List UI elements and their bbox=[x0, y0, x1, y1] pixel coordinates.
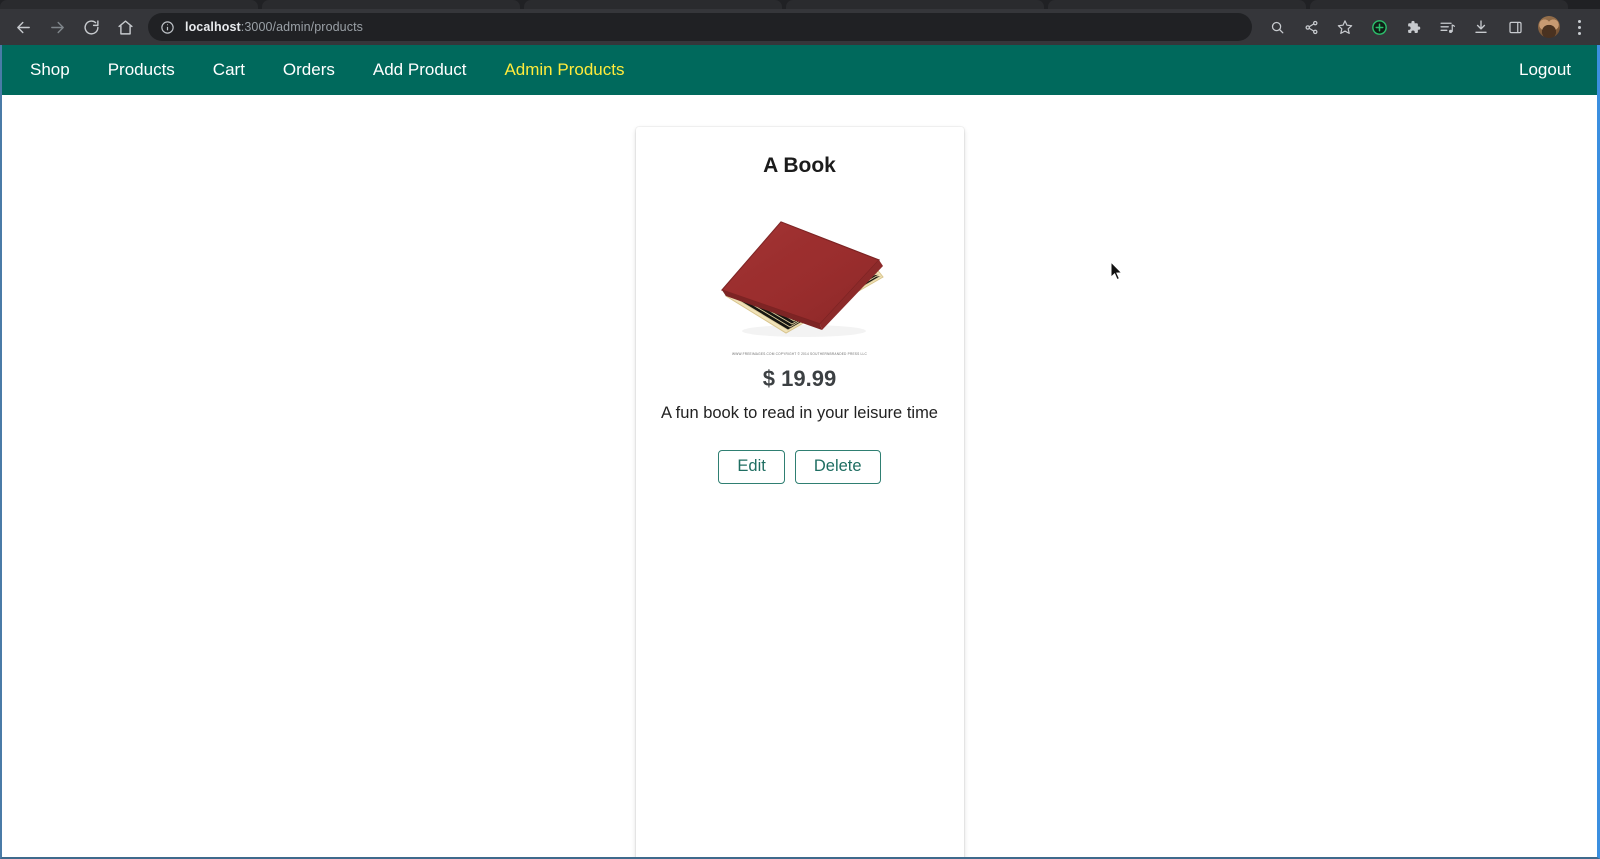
browser-window: localhost:3000/admin/products Shop Produ… bbox=[0, 0, 1600, 859]
menu-dot bbox=[1577, 25, 1581, 29]
avatar[interactable] bbox=[1538, 16, 1560, 38]
tab-item[interactable] bbox=[1048, 0, 1306, 9]
book-illustration-icon bbox=[720, 221, 884, 338]
url-path: :3000/admin/products bbox=[240, 20, 363, 34]
menu-dot bbox=[1577, 19, 1581, 23]
extensions-puzzle-icon[interactable] bbox=[1400, 14, 1426, 40]
reading-list-icon[interactable] bbox=[1434, 14, 1460, 40]
tab-item[interactable] bbox=[0, 0, 258, 9]
menu-dot bbox=[1577, 31, 1581, 35]
bookmark-star-icon[interactable] bbox=[1332, 14, 1358, 40]
product-image: WWW.FREEIMAGES.COM COPYRIGHT © 2014 SOUT… bbox=[650, 200, 950, 356]
download-icon[interactable] bbox=[1468, 14, 1494, 40]
arrow-right-icon bbox=[49, 19, 66, 36]
nav-right: Logout bbox=[1519, 60, 1571, 80]
zoom-search-icon[interactable] bbox=[1264, 14, 1290, 40]
product-card: A Book WWW.FREEIMAGES.COM COPYRIGHT © 20… bbox=[635, 127, 964, 857]
nav-item-orders[interactable]: Orders bbox=[283, 54, 335, 86]
nav-item-admin-products[interactable]: Admin Products bbox=[504, 54, 624, 86]
toolbar-actions bbox=[1260, 14, 1592, 40]
site-navigation: Shop Products Cart Orders Add Product Ad… bbox=[2, 45, 1597, 95]
url-host: localhost bbox=[185, 20, 241, 34]
forward-button[interactable] bbox=[43, 13, 71, 41]
logout-button[interactable]: Logout bbox=[1519, 54, 1571, 85]
back-button[interactable] bbox=[9, 13, 37, 41]
side-panel-icon[interactable] bbox=[1502, 14, 1528, 40]
tab-item[interactable] bbox=[524, 0, 782, 9]
add-circle-icon[interactable] bbox=[1366, 14, 1392, 40]
card-actions: Edit Delete bbox=[650, 450, 950, 484]
tab-item[interactable] bbox=[262, 0, 520, 9]
tab-strip[interactable] bbox=[0, 0, 1600, 9]
nav-item-cart[interactable]: Cart bbox=[213, 54, 245, 86]
tab-item[interactable] bbox=[1310, 0, 1568, 9]
nav-item-shop[interactable]: Shop bbox=[30, 54, 70, 86]
browser-toolbar: localhost:3000/admin/products bbox=[0, 9, 1600, 45]
home-button[interactable] bbox=[111, 13, 139, 41]
image-watermark: WWW.FREEIMAGES.COM COPYRIGHT © 2014 SOUT… bbox=[732, 352, 867, 357]
share-icon[interactable] bbox=[1298, 14, 1324, 40]
url-text: localhost:3000/admin/products bbox=[185, 20, 363, 34]
delete-button[interactable]: Delete bbox=[794, 450, 881, 484]
reload-button[interactable] bbox=[77, 13, 105, 41]
product-description: A fun book to read in your leisure time bbox=[661, 404, 938, 423]
edit-button[interactable]: Edit bbox=[718, 450, 785, 484]
product-grid: A Book WWW.FREEIMAGES.COM COPYRIGHT © 20… bbox=[2, 95, 1597, 857]
tab-item[interactable] bbox=[786, 0, 1044, 9]
home-icon bbox=[117, 19, 134, 36]
product-price: $ 19.99 bbox=[762, 366, 837, 392]
nav-links: Shop Products Cart Orders Add Product Ad… bbox=[30, 54, 662, 86]
browser-menu-button[interactable] bbox=[1568, 14, 1590, 40]
address-bar[interactable]: localhost:3000/admin/products bbox=[148, 13, 1252, 41]
nav-item-products[interactable]: Products bbox=[108, 54, 175, 86]
reload-icon bbox=[83, 19, 100, 36]
page-viewport: Shop Products Cart Orders Add Product Ad… bbox=[0, 45, 1600, 859]
arrow-left-icon bbox=[15, 19, 32, 36]
nav-item-add-product[interactable]: Add Product bbox=[373, 54, 467, 86]
info-circle-icon[interactable] bbox=[160, 20, 176, 35]
product-title: A Book bbox=[763, 154, 836, 177]
